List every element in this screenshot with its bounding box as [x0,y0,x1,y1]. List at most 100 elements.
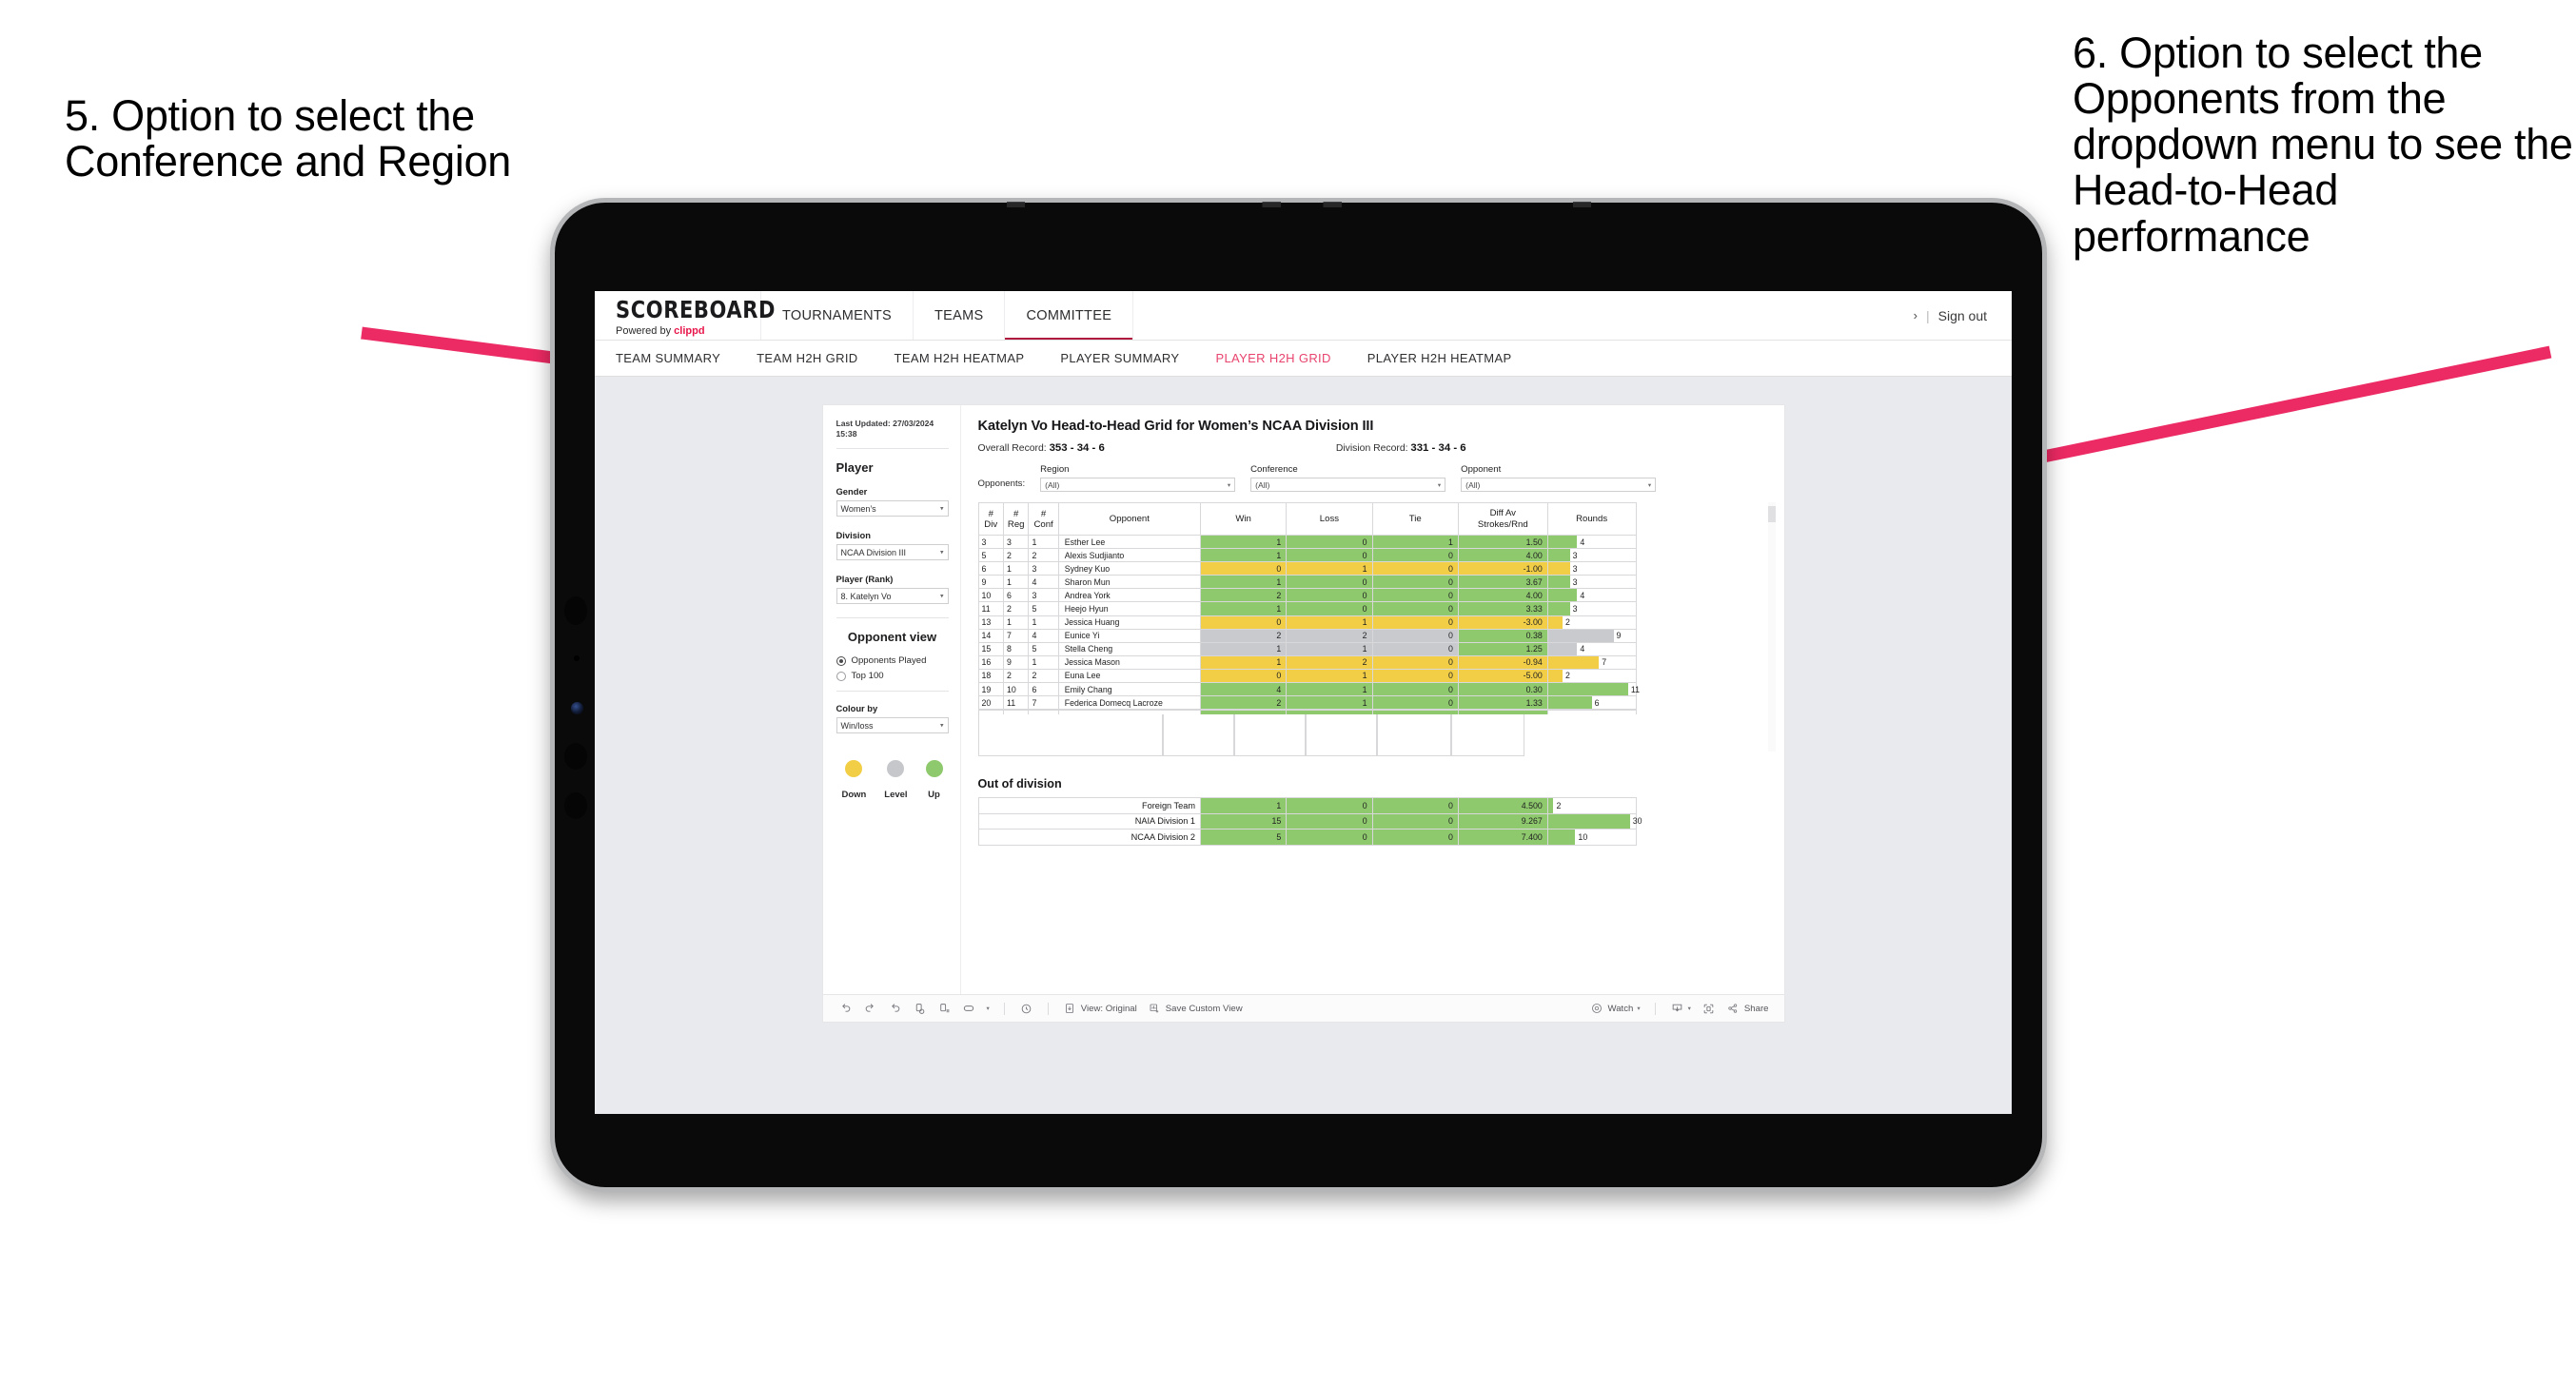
table-row[interactable]: 6 1 3 Sydney Kuo 0 1 0 -1.00 3 [977,561,1637,576]
player-rank-select[interactable]: 8. Katelyn Vo ▾ [836,588,949,605]
chevron-down-icon: ▾ [1637,1005,1641,1012]
table-row[interactable]: 18 2 2 Euna Lee 0 1 0 -5.00 2 [977,668,1637,684]
nav-item-tournaments[interactable]: TOURNAMENTS [761,291,914,340]
cell-win: 1 [1199,534,1288,550]
out-of-division-table: Foreign Team 1 0 0 4.500 2 NAIA Division 1 15 0 0… [977,797,1642,846]
division-record-label: Division Record: [1335,443,1408,454]
cell-reg: 1 [1002,615,1030,630]
table-row[interactable]: 5 2 2 Alexis Sudjianto 1 0 0 4.00 3 [977,548,1637,563]
subnav-player-summary[interactable]: PLAYER SUMMARY [1060,351,1179,365]
table-row[interactable]: 20 11 7 Federica Domecq Lacroze 2 1 0 1.33 6 [977,695,1637,711]
chevron-down-icon: ▾ [939,549,944,556]
col-reg: # Reg [1002,502,1030,536]
cell-conf: 4 [1028,575,1059,590]
table-row[interactable]: 10 6 3 Andrea York 2 0 0 4.00 4 [977,588,1637,603]
table-row[interactable]: NCAA Division 2 5 0 0 7.400 10 [977,829,1637,846]
refresh-data-icon[interactable] [913,1002,927,1016]
table-row[interactable]: 3 3 1 Esther Lee 1 0 1 1.50 4 [977,534,1637,550]
cell-win: 2 [1199,695,1288,711]
toolbar-divider-3 [1654,1002,1656,1015]
brand-logo[interactable]: SCOREBOARD Powered by clippd [595,291,775,340]
cell-diff: -5.00 [1457,668,1548,684]
cell-div: 15 [977,641,1004,656]
redo-loop-icon[interactable] [962,1002,976,1016]
subnav-player-h2h-grid[interactable]: PLAYER H2H GRID [1215,351,1330,365]
colour-legend: Down Level Up [836,747,949,800]
nav-item-teams[interactable]: TEAMS [914,291,1006,340]
colour-by-select[interactable]: Win/loss ▾ [836,717,949,734]
cell-div: 20 [977,695,1004,711]
opponent-select[interactable]: (All) ▾ [1461,478,1657,492]
radio-opponents-played[interactable]: Opponents Played [836,655,949,666]
vertical-scrollbar[interactable] [1767,502,1776,752]
subnav-team-h2h-grid[interactable]: TEAM H2H GRID [757,351,857,365]
table-row[interactable]: 19 10 6 Emily Chang 4 1 0 0.30 11 [977,682,1640,697]
subnav-player-h2h-heatmap[interactable]: PLAYER H2H HEATMAP [1367,351,1512,365]
cell-tie: 0 [1371,654,1459,670]
region-value: (All) [1045,479,1060,490]
cell-reg: 6 [1002,588,1030,603]
cell-rounds: 2 [1546,615,1637,630]
table-row[interactable]: Foreign Team 1 0 0 4.500 2 [977,797,1637,814]
cell-conf: 3 [1028,588,1059,603]
gender-select[interactable]: Women’s ▾ [836,500,949,517]
cell-win: 15 [1200,812,1288,830]
cell-diff: 4.00 [1457,548,1548,563]
view-original-button[interactable]: View: Original [1063,1002,1137,1016]
annotation-text-left: 5. Option to select the Conference and R… [65,91,512,186]
cell-tie: 0 [1371,797,1459,814]
chevron-down-icon: ▾ [1437,481,1442,489]
table-row[interactable]: 15 8 5 Stella Cheng 1 1 0 1.25 4 [977,641,1637,656]
revert-icon[interactable] [888,1002,902,1016]
sign-out-button[interactable]: Sign out [1938,308,1987,323]
pause-auto-update-icon[interactable] [1019,1002,1033,1016]
front-camera-icon [564,596,587,625]
table-row[interactable]: 13 1 1 Jessica Huang 0 1 0 -3.00 2 [977,615,1637,630]
conference-select[interactable]: (All) ▾ [1250,478,1446,492]
col-conf: # Conf [1028,502,1059,536]
chevron-down-icon[interactable]: ▾ [987,1005,990,1012]
sensor-dot-icon [574,655,580,661]
brand-subtitle: Powered by clippd [616,326,760,337]
cell-diff: 3.67 [1457,575,1548,590]
fullscreen-icon[interactable] [1701,1002,1716,1016]
cell-conf: 5 [1028,641,1059,656]
nav-item-committee[interactable]: COMMITTEE [1005,291,1134,340]
cell-conf: 2 [1028,548,1059,563]
overall-record-label: Overall Record: [977,443,1047,454]
table-row[interactable]: 16 9 1 Jessica Mason 1 2 0 -0.94 7 [977,654,1637,670]
legend-item-down: Down [842,760,866,800]
chevron-right-icon[interactable]: › [1914,308,1917,322]
cell-win: 1 [1199,641,1288,656]
main-panel: Katelyn Vo Head-to-Head Grid for Women’s… [961,405,1784,1022]
subnav-team-summary[interactable]: TEAM SUMMARY [616,351,720,365]
undo-icon[interactable] [838,1002,853,1016]
cell-loss: 0 [1286,548,1373,563]
redo-icon[interactable] [863,1002,877,1016]
table-row[interactable]: 9 1 4 Sharon Mun 1 0 0 3.67 3 [977,575,1637,590]
region-select[interactable]: (All) ▾ [1040,478,1236,492]
radio-top-100[interactable]: Top 100 [836,671,949,681]
scrollbar-thumb[interactable] [1767,506,1776,522]
subnav-team-h2h-heatmap[interactable]: TEAM H2H HEATMAP [895,351,1025,365]
share-button[interactable]: Share [1726,1002,1769,1016]
screenshot-root: 5. Option to select the Conference and R… [0,0,2576,1386]
pause-updates-icon[interactable] [937,1002,952,1016]
cell-group-label: NCAA Division 2 [977,829,1202,846]
cell-opponent: Emily Chang [1057,682,1202,697]
cell-opponent: Andrea York [1057,588,1202,603]
cell-diff: 4.00 [1457,588,1548,603]
watch-button[interactable]: Watch ▾ [1590,1002,1641,1016]
save-custom-view-button[interactable]: Save Custom View [1148,1002,1243,1016]
table-row[interactable]: NAIA Division 1 15 0 0 9.267 30 [977,812,1642,830]
cell-div: 6 [977,561,1004,576]
cell-tie: 0 [1371,668,1459,684]
player-rank-label: Player (Rank) [836,574,894,585]
table-row[interactable]: 14 7 4 Eunice Yi 2 2 0 0.38 9 [977,628,1637,643]
cell-tie: 0 [1371,812,1459,830]
table-row[interactable]: 11 2 5 Heejo Hyun 1 0 0 3.33 3 [977,601,1637,616]
sidebar-heading-player: Player [836,460,874,476]
division-select[interactable]: NCAA Division III ▾ [836,544,949,561]
chevron-down-icon: ▾ [1227,481,1231,489]
download-button[interactable]: ▾ [1670,1002,1691,1016]
